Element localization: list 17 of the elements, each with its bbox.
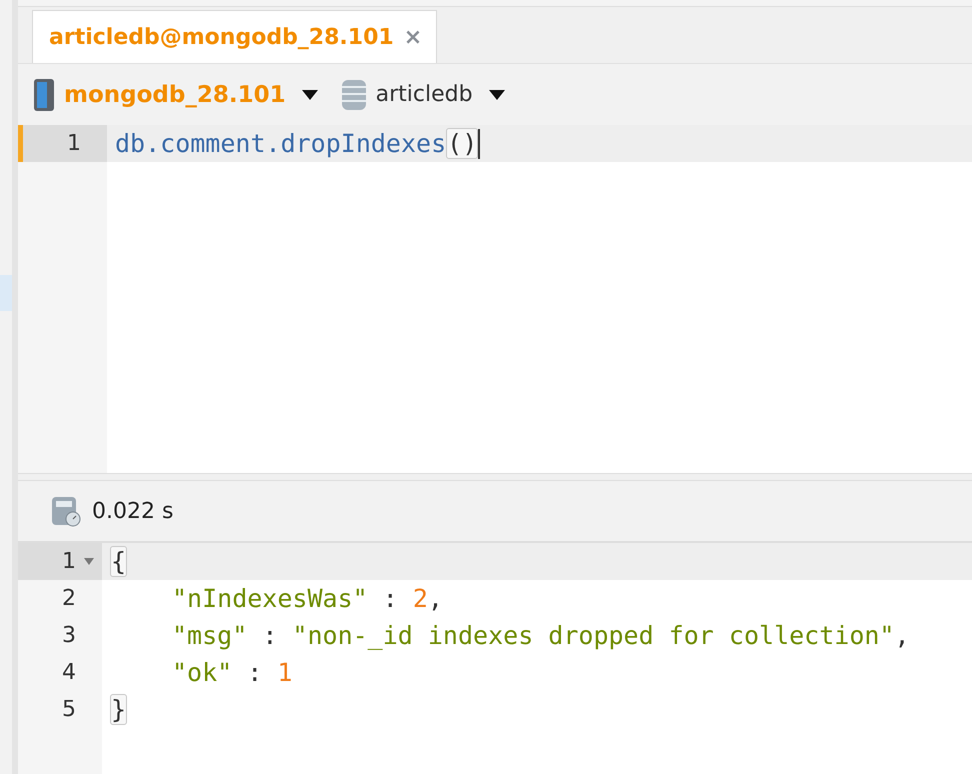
close-icon[interactable]: ×: [404, 24, 422, 50]
connection-name[interactable]: mongodb_28.101: [64, 82, 286, 108]
execution-time: 0.022 s: [92, 498, 174, 524]
editor-tab[interactable]: articledb@mongodb_28.101 ×: [32, 10, 438, 63]
server-icon: [32, 78, 56, 112]
line-number: 3: [18, 617, 102, 654]
fold-icon[interactable]: [84, 558, 94, 565]
caret-icon[interactable]: [302, 90, 318, 100]
line-number: 2: [18, 580, 102, 617]
line-number: 1: [18, 125, 107, 162]
timer-icon: [50, 495, 82, 527]
line-number: 1: [18, 543, 102, 580]
line-number: 5: [18, 691, 102, 728]
database-icon: [340, 78, 368, 112]
database-name[interactable]: articledb: [376, 82, 473, 107]
line-number: 4: [18, 654, 102, 691]
caret-icon[interactable]: [488, 90, 505, 100]
